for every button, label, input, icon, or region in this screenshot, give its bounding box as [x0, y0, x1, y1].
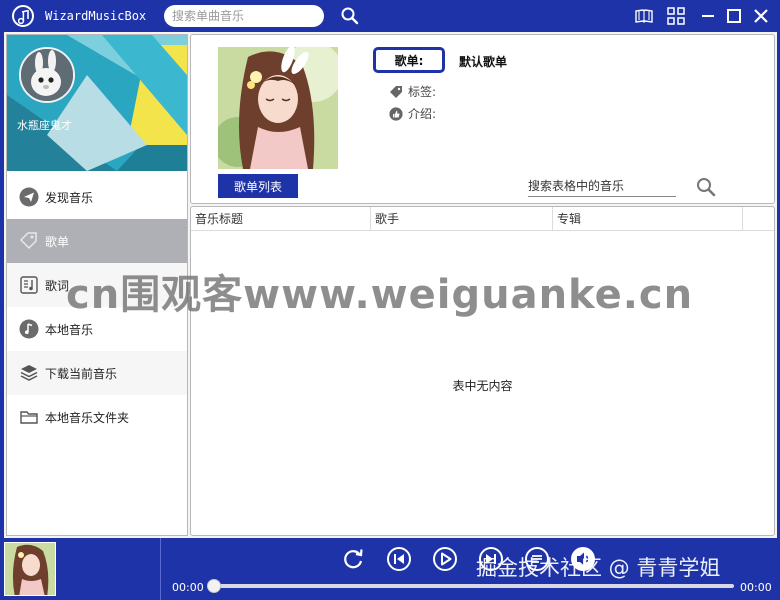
- playlist-intro-label: 介绍:: [408, 107, 437, 121]
- sidebar-item-label: 歌词: [45, 278, 70, 293]
- sidebar-item-label: 本地音乐: [45, 322, 94, 337]
- song-table: 音乐标题 歌手 专辑 表中无内容: [190, 206, 775, 536]
- playlist-queue-icon[interactable]: [524, 546, 550, 572]
- profile-banner: 水瓶座鬼才: [7, 35, 187, 171]
- paper-plane-icon: [19, 187, 39, 207]
- table-empty-message: 表中无内容: [452, 379, 513, 393]
- now-playing-cover[interactable]: [4, 542, 56, 596]
- content-area: 歌单列表 歌单: 默认歌单 标签: 介绍: 音乐标题: [190, 34, 775, 536]
- sidebar-item-download[interactable]: 下载当前音乐: [7, 351, 187, 395]
- playlist-tags-row: 标签:: [389, 83, 436, 100]
- playlist-cover: [218, 47, 338, 169]
- player-bar: 00:00 00:00: [0, 538, 780, 600]
- sidebar-item-playlist[interactable]: 歌单: [7, 219, 187, 263]
- sidebar-item-label: 本地音乐文件夹: [45, 410, 130, 425]
- username[interactable]: 水瓶座鬼才: [17, 117, 72, 133]
- search-input[interactable]: [164, 5, 324, 27]
- sidebar-nav: 发现音乐 歌单 歌词 本地音乐 下载当前音乐 本地音乐文件夹: [7, 175, 187, 439]
- playlist-list-button[interactable]: 歌单列表: [218, 174, 298, 198]
- table-header: 音乐标题 歌手 专辑: [191, 207, 774, 231]
- playlist-name: 默认歌单: [459, 55, 508, 69]
- music-note-icon: [12, 5, 34, 27]
- sidebar-item-discover[interactable]: 发现音乐: [7, 175, 187, 219]
- sidebar-item-label: 歌单: [45, 234, 70, 249]
- progress-bar[interactable]: [207, 579, 734, 593]
- current-time: 00:00: [172, 581, 204, 594]
- book-icon[interactable]: [634, 6, 654, 26]
- column-header-artist[interactable]: 歌手: [371, 207, 553, 231]
- progress-handle[interactable]: [207, 579, 221, 593]
- sidebar-item-local-music[interactable]: 本地音乐: [7, 307, 187, 351]
- sidebar: 水瓶座鬼才 发现音乐 歌单 歌词 本地音乐 下载当前音乐 本地音乐文件夹: [6, 34, 188, 536]
- search-icon[interactable]: [340, 6, 360, 26]
- thumbs-up-icon: [389, 106, 403, 121]
- folder-icon: [19, 407, 39, 427]
- search-icon[interactable]: [696, 177, 716, 197]
- avatar[interactable]: [19, 47, 75, 103]
- sidebar-item-label: 下载当前音乐: [45, 366, 118, 381]
- sidebar-item-label: 发现音乐: [45, 190, 94, 205]
- total-time: 00:00: [740, 581, 772, 594]
- playlist-info-panel: 歌单列表 歌单: 默认歌单 标签: 介绍:: [190, 34, 775, 204]
- column-header-title[interactable]: 音乐标题: [191, 207, 371, 231]
- grid-icon[interactable]: [666, 6, 686, 26]
- lyrics-icon: [19, 275, 39, 295]
- table-search-input[interactable]: [528, 175, 676, 197]
- tag-icon: [19, 231, 39, 251]
- playlist-intro-row: 介绍:: [389, 105, 436, 122]
- previous-icon[interactable]: [386, 546, 412, 572]
- close-icon[interactable]: [751, 6, 771, 26]
- playlist-label-button[interactable]: 歌单:: [373, 47, 445, 73]
- next-icon[interactable]: [478, 546, 504, 572]
- column-header-album[interactable]: 专辑: [553, 207, 743, 231]
- tag-icon: [389, 85, 403, 99]
- music-note-icon: [19, 319, 39, 339]
- maximize-icon[interactable]: [724, 6, 744, 26]
- player-divider: [160, 538, 161, 600]
- sidebar-item-local-folder[interactable]: 本地音乐文件夹: [7, 395, 187, 439]
- sidebar-item-lyrics[interactable]: 歌词: [7, 263, 187, 307]
- title-bar: WizardMusicBox: [0, 0, 780, 32]
- app-title: WizardMusicBox: [45, 9, 147, 23]
- volume-icon[interactable]: [570, 546, 596, 572]
- playlist-tags-label: 标签:: [408, 85, 437, 99]
- minimize-icon[interactable]: [698, 6, 718, 26]
- loop-icon[interactable]: [340, 546, 366, 572]
- layers-icon: [19, 363, 39, 383]
- play-icon[interactable]: [432, 546, 458, 572]
- main-frame: 水瓶座鬼才 发现音乐 歌单 歌词 本地音乐 下载当前音乐 本地音乐文件夹 歌单列…: [4, 32, 777, 538]
